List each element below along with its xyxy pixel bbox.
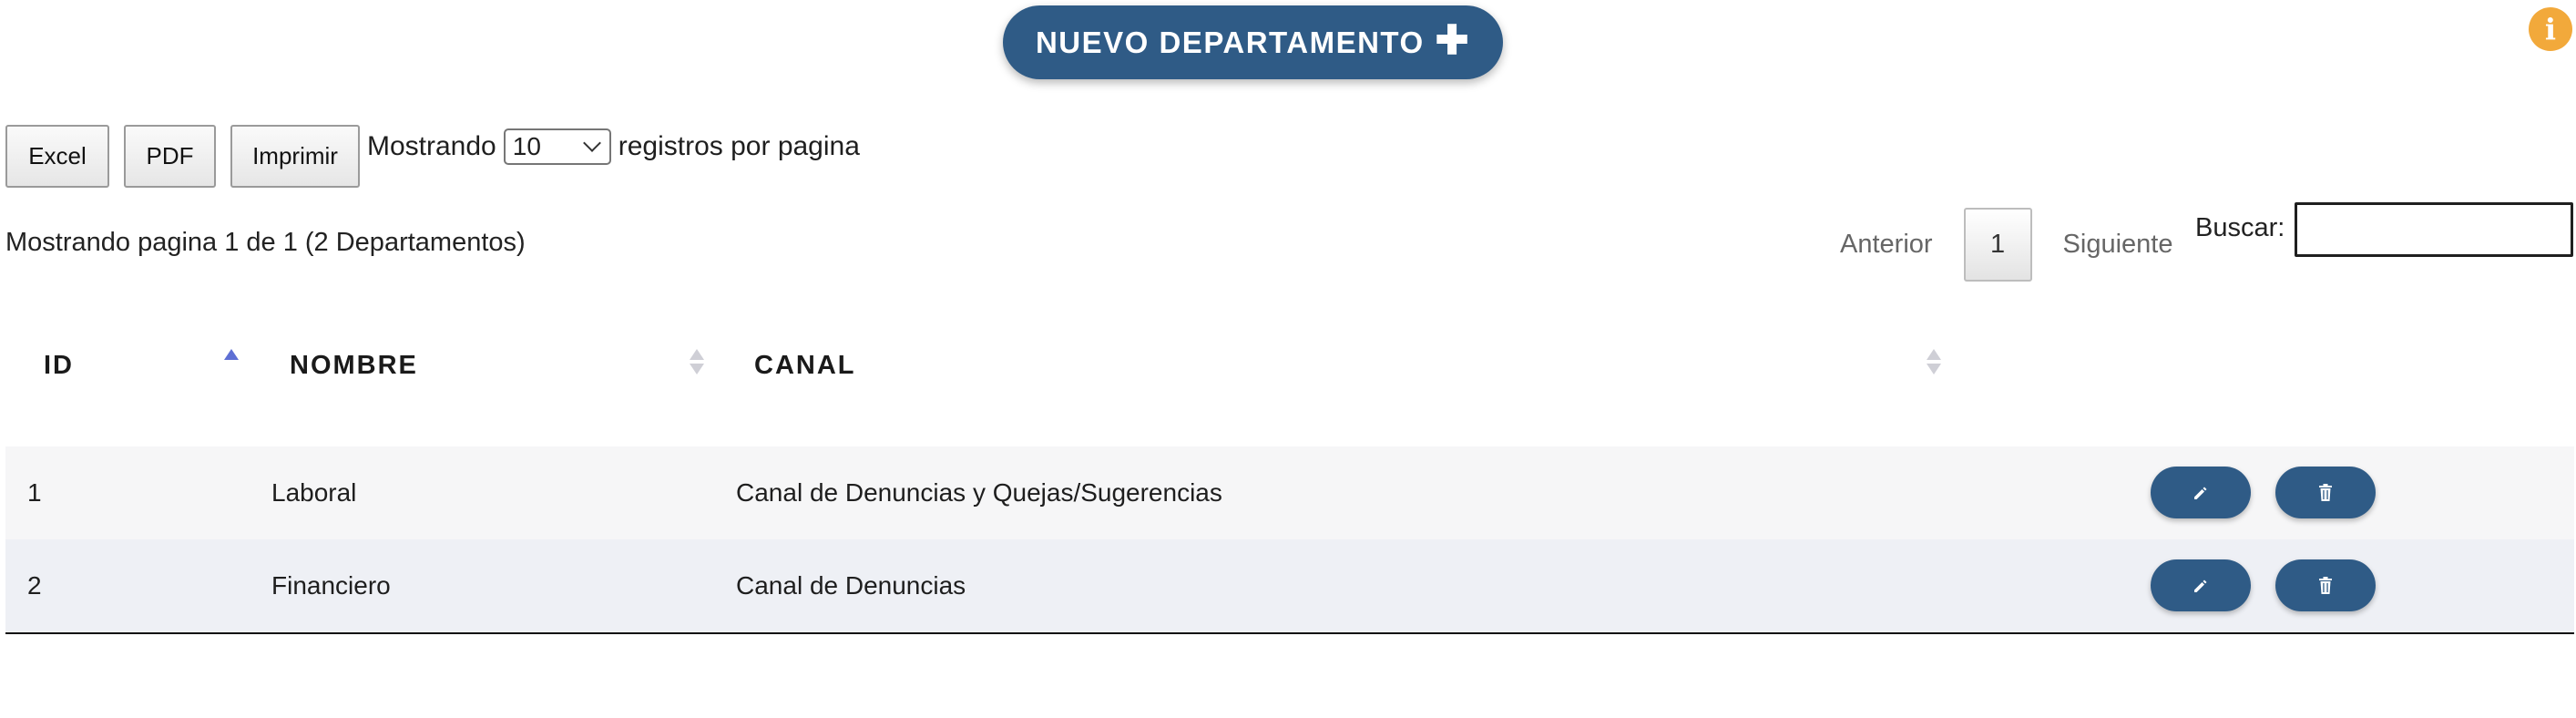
sort-up-arrow	[224, 349, 239, 360]
cell-canal: Canal de Denuncias y Quejas/Sugerencias	[736, 478, 1222, 507]
new-department-button[interactable]: NUEVO DEPARTAMENTO ✚	[1003, 5, 1503, 79]
pagination: Anterior 1 Siguiente	[1840, 208, 2172, 282]
sort-up-arrow	[690, 349, 704, 360]
sort-both-icon	[1927, 349, 1941, 380]
edit-button[interactable]	[2151, 467, 2251, 518]
sort-down-arrow	[1927, 364, 1941, 374]
table-controls: Excel PDF Imprimir Mostrando 10 registro…	[5, 125, 860, 188]
search-label: Buscar:	[2195, 213, 2285, 242]
table-info: Mostrando pagina 1 de 1 (2 Departamentos…	[5, 228, 526, 257]
page-length-control: Mostrando 10 registros por pagina	[367, 127, 860, 167]
length-prefix: Mostrando	[367, 131, 496, 161]
departments-table: ID NOMBRE CANAL 1 Laboral Canal de Denun…	[5, 323, 2574, 634]
trash-icon	[2319, 576, 2332, 594]
cell-nombre: Laboral	[271, 478, 357, 507]
plus-icon: ✚	[1435, 17, 1471, 63]
column-header-nombre[interactable]: NOMBRE	[290, 351, 418, 381]
cell-canal: Canal de Denuncias	[736, 571, 966, 600]
next-page-button[interactable]: Siguiente	[2063, 230, 2173, 260]
prev-page-button[interactable]: Anterior	[1840, 230, 1933, 260]
sort-asc-icon	[224, 349, 239, 380]
edit-button[interactable]	[2151, 559, 2251, 611]
table-header: ID NOMBRE CANAL	[5, 323, 2574, 446]
page: NUEVO DEPARTAMENTO ✚ i Excel PDF Imprimi…	[0, 0, 2576, 718]
length-suffix: registros por pagina	[618, 131, 860, 161]
print-button[interactable]: Imprimir	[230, 125, 360, 188]
delete-button[interactable]	[2275, 559, 2376, 611]
excel-button[interactable]: Excel	[5, 125, 109, 188]
delete-button[interactable]	[2275, 467, 2376, 518]
column-header-canal[interactable]: CANAL	[754, 351, 856, 381]
page-1-button[interactable]: 1	[1963, 208, 2032, 282]
page-length-value: 10	[512, 132, 541, 160]
trash-icon	[2319, 483, 2332, 501]
info-icon[interactable]: i	[2529, 7, 2572, 51]
chevron-down-icon	[582, 134, 601, 152]
search-input[interactable]	[2295, 202, 2573, 257]
sort-up-arrow	[1927, 349, 1941, 360]
table-row: 1 Laboral Canal de Denuncias y Quejas/Su…	[5, 446, 2574, 539]
sort-down-arrow	[690, 364, 704, 374]
page-length-select[interactable]: 10	[503, 128, 611, 165]
sort-both-icon	[690, 349, 704, 380]
column-header-id[interactable]: ID	[44, 351, 74, 381]
new-department-label: NUEVO DEPARTAMENTO	[1035, 25, 1425, 59]
edit-icon	[2194, 580, 2207, 592]
cell-nombre: Financiero	[271, 571, 391, 600]
pdf-button[interactable]: PDF	[124, 125, 216, 188]
table-bottom-border	[5, 632, 2574, 634]
cell-id: 1	[27, 478, 42, 507]
cell-id: 2	[27, 571, 42, 600]
table-row: 2 Financiero Canal de Denuncias	[5, 539, 2574, 632]
edit-icon	[2194, 487, 2207, 499]
